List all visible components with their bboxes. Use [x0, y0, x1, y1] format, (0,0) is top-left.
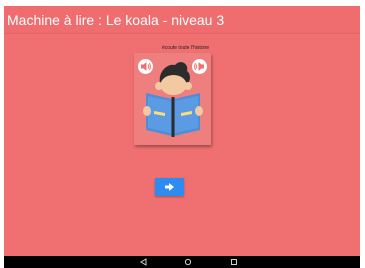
recents-square-icon: [231, 259, 237, 265]
app-bar: Machine à lire : Le koala - niveau 3: [4, 6, 360, 34]
nav-home-button[interactable]: [183, 258, 193, 266]
play-left-speaker-button[interactable]: [138, 59, 153, 74]
speaker-icon: [194, 62, 204, 71]
nav-recents-button[interactable]: [229, 258, 239, 266]
speaker-icon: [141, 62, 151, 71]
arrow-right-icon: [165, 183, 174, 191]
play-right-speaker-button[interactable]: [192, 59, 207, 74]
system-nav-bar: [4, 256, 360, 268]
nav-back-button[interactable]: [139, 258, 149, 266]
app-screen: Machine à lire : Le koala - niveau 3 éco…: [4, 6, 360, 268]
story-card[interactable]: [134, 53, 211, 145]
page-title: Machine à lire : Le koala - niveau 3: [7, 12, 225, 28]
back-triangle-icon: [140, 258, 147, 266]
instruction-text: écoute toute l'histoire: [162, 45, 210, 51]
next-button[interactable]: [155, 178, 184, 196]
home-circle-icon: [184, 258, 192, 266]
